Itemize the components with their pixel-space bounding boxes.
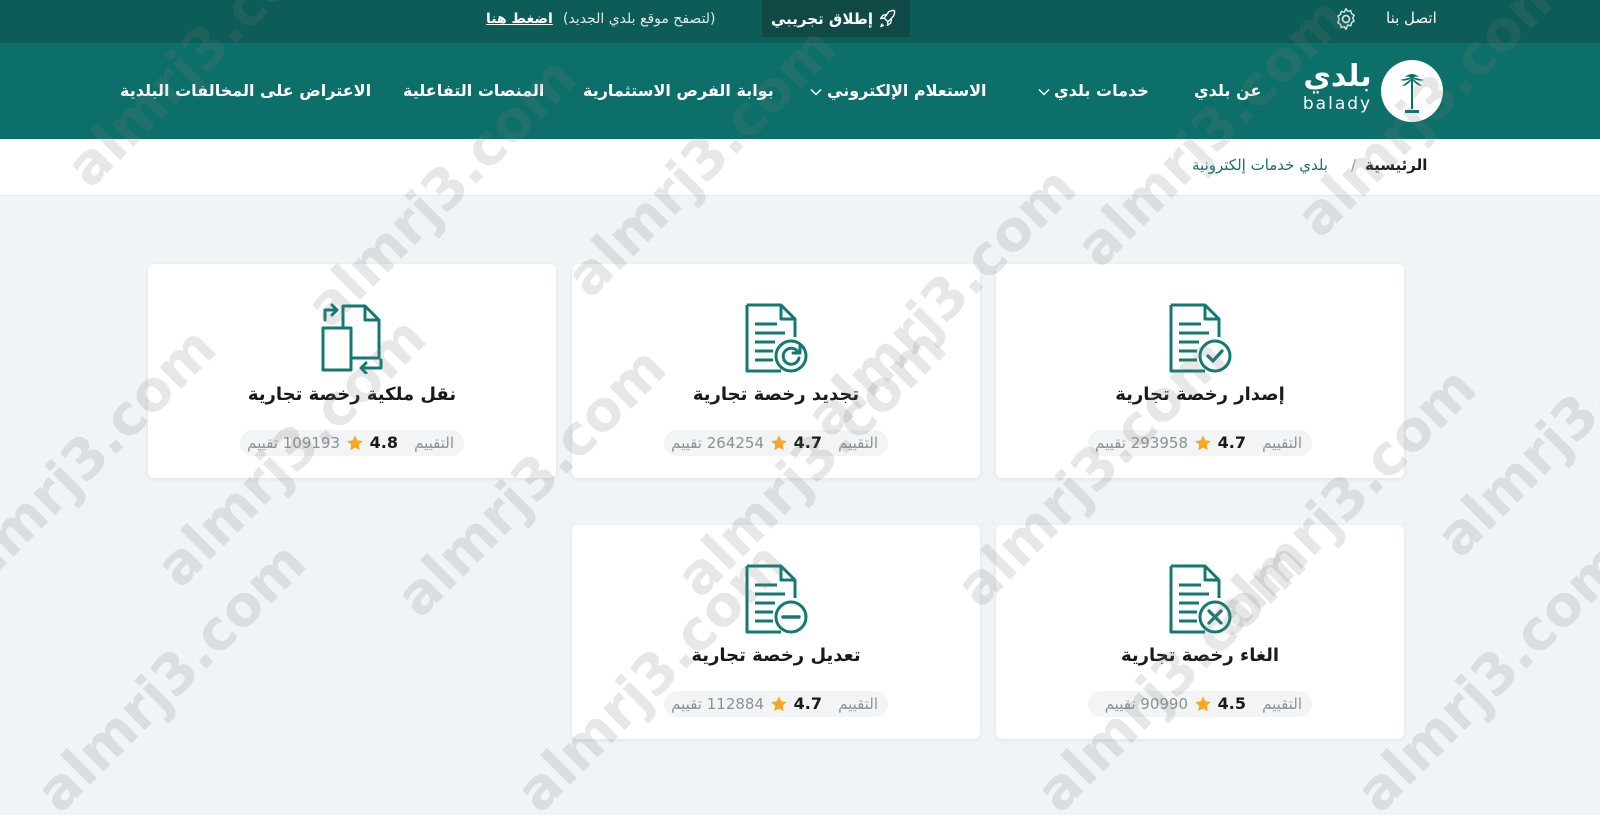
breadcrumb-home[interactable]: الرئيسية (1365, 155, 1427, 175)
beta-click-here-link[interactable]: اضغط هنا (486, 9, 553, 29)
star-icon (771, 696, 787, 712)
breadcrumb-separator: / (1351, 156, 1357, 174)
rating-value: 4.7 (793, 694, 822, 713)
nav-services[interactable]: خدمات بلدي (1054, 80, 1149, 102)
card-title: إصدار رخصة تجارية (1115, 384, 1285, 405)
rating-count: 90990 تقييم (1104, 695, 1188, 713)
rating-label: التقييم (838, 695, 878, 713)
rating-count: 293958 تقييم (1095, 434, 1188, 452)
chevron-down-icon[interactable] (1038, 88, 1050, 96)
star-icon (1195, 696, 1211, 712)
doc-renew-icon (745, 303, 808, 373)
balady-logo[interactable]: بلدي balady (1298, 60, 1446, 122)
nav-e-inquiry[interactable]: الاستعلام الإلكتروني (827, 80, 986, 102)
rating-count: 109193 تقييم (247, 434, 340, 452)
rating-pill: التقييم 4.8 109193 تقييم (240, 430, 464, 456)
nav-interactive-platforms[interactable]: المنصات التفاعلية (403, 80, 544, 102)
breadcrumb (0, 139, 1600, 196)
nav-violations-objection[interactable]: الاعتراض على المخالفات البلدية (120, 80, 371, 102)
service-card-cancel-license[interactable]: الغاء رخصة تجارية التقييم 4.5 90990 تقيي… (996, 525, 1404, 739)
rating-value: 4.7 (793, 433, 822, 452)
rating-pill: التقييم 4.7 112884 تقييم (664, 691, 888, 717)
service-card-renew-license[interactable]: تجديد رخصة تجارية التقييم 4.7 264254 تقي… (572, 264, 980, 478)
gear-icon[interactable] (1333, 6, 1359, 32)
contact-us-link[interactable]: اتصل بنا (1386, 8, 1437, 28)
watermark-text: almrj3.com (1424, 275, 1600, 570)
beta-launch-label: إطلاق تجريبي (771, 10, 873, 28)
doc-transfer-icon (321, 303, 383, 374)
service-card-transfer-license[interactable]: نقل ملكية رخصة تجارية التقييم 4.8 109193… (148, 264, 556, 478)
rocket-icon (879, 9, 896, 28)
card-title: نقل ملكية رخصة تجارية (247, 384, 457, 405)
rating-pill: التقييم 4.7 293958 تقييم (1088, 430, 1312, 456)
rating-count: 264254 تقييم (671, 434, 764, 452)
doc-cancel-icon (1169, 564, 1232, 634)
doc-check-icon (1169, 303, 1232, 373)
star-icon (1195, 435, 1211, 451)
rating-value: 4.5 (1217, 694, 1246, 713)
rating-label: التقييم (1262, 434, 1302, 452)
beta-note: (لتصفح موقع بلدي الجديد) (563, 11, 716, 27)
palm-emblem-icon (1381, 60, 1443, 122)
watermark-text: almrj3.com (24, 530, 319, 815)
logo-english-text: balady (1302, 94, 1373, 114)
rating-label: التقييم (414, 434, 454, 452)
rating-pill: التقييم 4.7 264254 تقييم (664, 430, 888, 456)
rating-count: 112884 تقييم (671, 695, 764, 713)
rating-value: 4.8 (369, 433, 398, 452)
nav-investment-portal[interactable]: بوابة الفرص الاستثمارية (583, 80, 774, 102)
service-card-modify-license[interactable]: تعديل رخصة تجارية التقييم 4.7 112884 تقي… (572, 525, 980, 739)
star-icon (771, 435, 787, 451)
card-title: الغاء رخصة تجارية (1120, 645, 1280, 666)
rating-label: التقييم (1262, 695, 1302, 713)
card-title: تجديد رخصة تجارية (692, 384, 860, 405)
breadcrumb-current[interactable]: بلدي خدمات إلكترونية (1192, 155, 1328, 175)
chevron-down-icon[interactable] (810, 88, 822, 96)
rating-label: التقييم (838, 434, 878, 452)
doc-minus-icon (745, 564, 808, 634)
star-icon (347, 435, 363, 451)
logo-arabic-text: بلدي (1303, 59, 1372, 94)
service-card-issue-license[interactable]: إصدار رخصة تجارية التقييم 4.7 293958 تقي… (996, 264, 1404, 478)
card-title: تعديل رخصة تجارية (691, 645, 861, 666)
rating-pill: التقييم 4.5 90990 تقييم (1088, 691, 1312, 717)
nav-about[interactable]: عن بلدي (1194, 80, 1261, 102)
rating-value: 4.7 (1217, 433, 1246, 452)
